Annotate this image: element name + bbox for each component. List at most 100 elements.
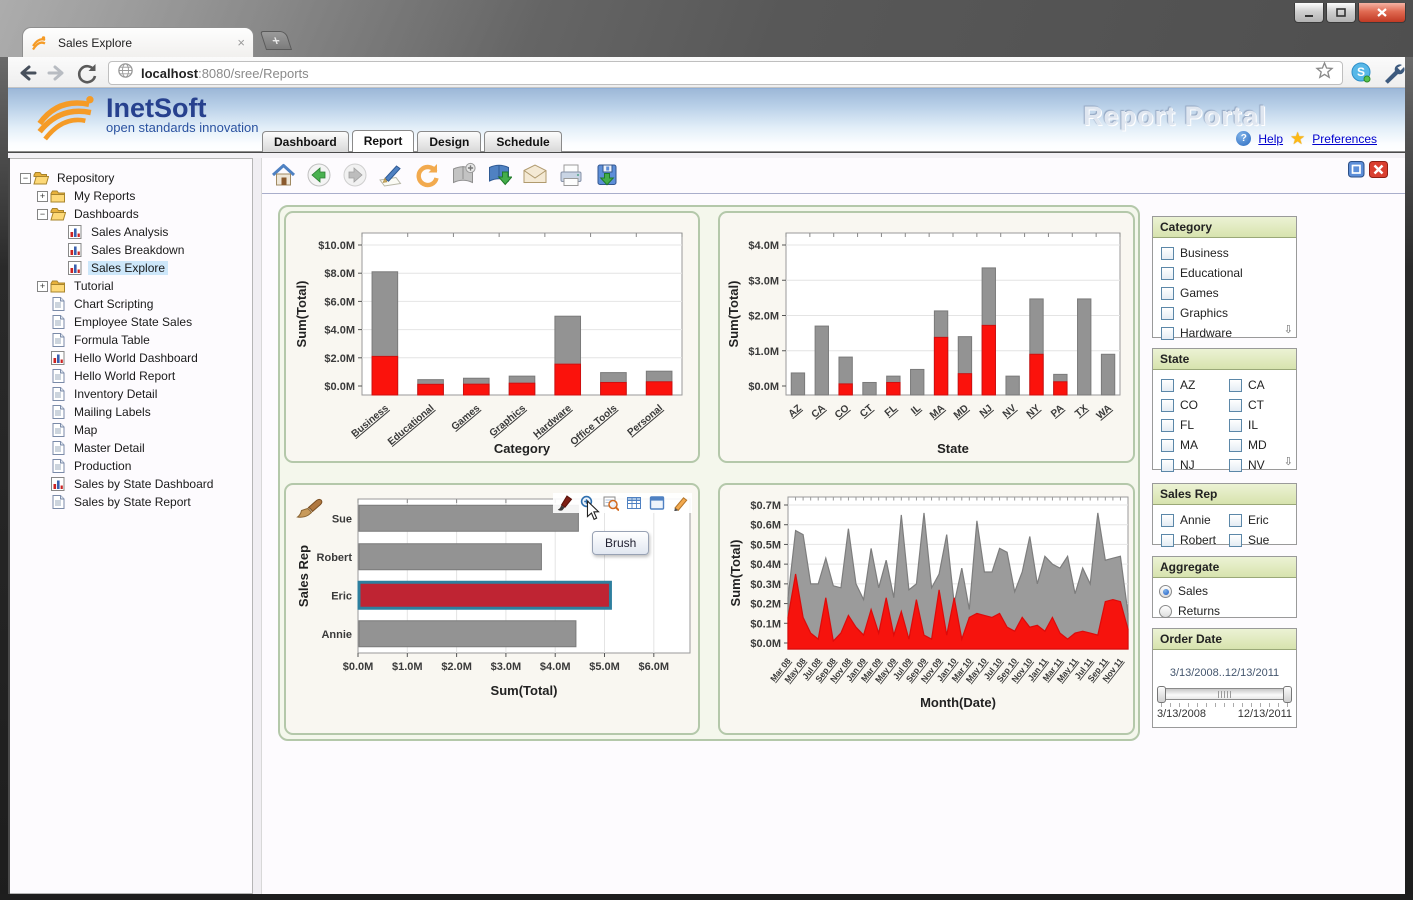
salesrep-option-annie[interactable]: Annie — [1161, 513, 1211, 527]
radio-icon[interactable] — [1159, 585, 1172, 598]
tab-dashboard[interactable]: Dashboard — [262, 131, 349, 152]
tree-item-sales-breakdown[interactable]: Sales Breakdown — [10, 241, 252, 259]
checkbox-icon[interactable] — [1161, 267, 1174, 280]
state-option-fl[interactable]: FL — [1161, 418, 1194, 432]
tree-item-hello-world-dashboard[interactable]: Hello World Dashboard — [10, 349, 252, 367]
category-option-hardware[interactable]: Hardware — [1161, 326, 1232, 340]
state-more-icon[interactable]: ⇩ — [1284, 455, 1293, 468]
tree-item-mailing-labels[interactable]: Mailing Labels — [10, 403, 252, 421]
window-close-button[interactable] — [1358, 3, 1406, 23]
checkbox-icon[interactable] — [1161, 419, 1174, 432]
maximize-icon[interactable] — [649, 495, 665, 511]
refresh-icon[interactable] — [414, 162, 441, 189]
tab-design[interactable]: Design — [417, 131, 481, 152]
forward-icon[interactable] — [342, 162, 369, 189]
bookmark-star-icon[interactable] — [1315, 61, 1334, 85]
salesrep-option-robert[interactable]: Robert — [1161, 533, 1216, 547]
month-chart-panel[interactable]: $0.0M$0.1M$0.2M$0.3M$0.4M$0.5M$0.6M$0.7M… — [718, 483, 1135, 735]
back-icon[interactable] — [306, 162, 333, 189]
expand-icon[interactable]: + — [37, 281, 48, 292]
chart-canvas[interactable]: $0.0M$0.1M$0.2M$0.3M$0.4M$0.5M$0.6M$0.7M… — [720, 485, 1137, 737]
wrench-icon[interactable] — [1380, 60, 1406, 86]
panel-divider[interactable] — [253, 158, 262, 894]
collapse-icon[interactable]: − — [20, 173, 31, 184]
state-option-az[interactable]: AZ — [1161, 378, 1195, 392]
checkbox-icon[interactable] — [1161, 399, 1174, 412]
category-more-icon[interactable]: ⇩ — [1284, 323, 1293, 336]
orderdate-end-handle[interactable] — [1283, 686, 1292, 703]
checkbox-icon[interactable] — [1161, 439, 1174, 452]
state-option-ma[interactable]: MA — [1161, 438, 1198, 452]
tree-item-tutorial[interactable]: +Tutorial — [10, 277, 252, 295]
tree-item-employee-state-sales[interactable]: Employee State Sales — [10, 313, 252, 331]
tree-item-my-reports[interactable]: +My Reports — [10, 187, 252, 205]
checkbox-icon[interactable] — [1161, 459, 1174, 472]
state-chart-panel[interactable]: $0.0M$1.0M$2.0M$3.0M$4.0MAZCACOCTFLILMAM… — [718, 211, 1135, 463]
category-option-educational[interactable]: Educational — [1161, 266, 1243, 280]
edit-icon[interactable] — [378, 162, 405, 189]
expand-icon[interactable]: + — [37, 191, 48, 202]
tree-item-map[interactable]: Map — [10, 421, 252, 439]
checkbox-icon[interactable] — [1229, 534, 1242, 547]
state-option-co[interactable]: CO — [1161, 398, 1198, 412]
address-bar[interactable]: localhost:8080/sree/Reports — [108, 61, 1343, 85]
tree-item-dashboards[interactable]: −Dashboards — [10, 205, 252, 223]
tree-item-repository[interactable]: −Repository — [10, 169, 252, 187]
category-option-graphics[interactable]: Graphics — [1161, 306, 1228, 320]
chart-canvas[interactable]: $0.0M$1.0M$2.0M$3.0M$4.0M$5.0M$6.0MSueRo… — [286, 485, 702, 737]
show-details-icon[interactable] — [626, 495, 642, 511]
viewer-close-icon[interactable] — [1369, 161, 1388, 183]
checkbox-icon[interactable] — [1229, 439, 1242, 452]
aggregate-option-returns[interactable]: Returns — [1159, 604, 1220, 618]
browser-tab[interactable]: Sales Explore × — [22, 27, 254, 57]
checkbox-icon[interactable] — [1229, 459, 1242, 472]
checkbox-icon[interactable] — [1229, 514, 1242, 527]
state-option-nv[interactable]: NV — [1229, 458, 1265, 472]
chart-canvas[interactable]: $0.0M$1.0M$2.0M$3.0M$4.0MAZCACOCTFLILMAM… — [720, 213, 1137, 465]
state-option-ct[interactable]: CT — [1229, 398, 1264, 412]
open-bookmark-icon[interactable] — [486, 162, 513, 189]
forward-icon[interactable] — [44, 60, 70, 86]
back-icon[interactable] — [14, 60, 40, 86]
tree-item-formula-table[interactable]: Formula Table — [10, 331, 252, 349]
aggregate-option-sales[interactable]: Sales — [1159, 584, 1208, 598]
preferences-link[interactable]: Preferences — [1312, 132, 1377, 146]
tab-schedule[interactable]: Schedule — [484, 131, 561, 152]
checkbox-icon[interactable] — [1161, 379, 1174, 392]
checkbox-icon[interactable] — [1161, 287, 1174, 300]
checkbox-icon[interactable] — [1161, 247, 1174, 260]
checkbox-icon[interactable] — [1161, 534, 1174, 547]
tree-item-chart-scripting[interactable]: Chart Scripting — [10, 295, 252, 313]
home-icon[interactable] — [270, 162, 297, 189]
category-option-games[interactable]: Games — [1161, 286, 1219, 300]
tab-report[interactable]: Report — [352, 130, 415, 152]
print-icon[interactable] — [558, 162, 585, 189]
help-link[interactable]: Help — [1258, 132, 1283, 146]
orderdate-slider-track[interactable] — [1159, 688, 1290, 700]
category-chart-panel[interactable]: $0.0M$2.0M$4.0M$6.0M$8.0M$10.0MBusinessE… — [284, 211, 700, 463]
salesrep-option-sue[interactable]: Sue — [1229, 533, 1269, 547]
checkbox-icon[interactable] — [1229, 419, 1242, 432]
email-icon[interactable] — [522, 162, 549, 189]
annotate-icon[interactable] — [672, 495, 688, 511]
reload-icon[interactable] — [74, 60, 100, 86]
show-data-icon[interactable] — [603, 495, 619, 511]
tree-item-sales-by-state-report[interactable]: Sales by State Report — [10, 493, 252, 511]
collapse-icon[interactable]: − — [37, 209, 48, 220]
tree-item-sales-analysis[interactable]: Sales Analysis — [10, 223, 252, 241]
tree-item-inventory-detail[interactable]: Inventory Detail — [10, 385, 252, 403]
window-maximize-button[interactable] — [1326, 3, 1356, 23]
orderdate-slider-grip[interactable] — [1218, 691, 1232, 698]
state-option-il[interactable]: IL — [1229, 418, 1258, 432]
chart-canvas[interactable]: $0.0M$2.0M$4.0M$6.0M$8.0M$10.0MBusinessE… — [286, 213, 702, 465]
checkbox-icon[interactable] — [1161, 307, 1174, 320]
checkbox-icon[interactable] — [1161, 514, 1174, 527]
orderdate-start-handle[interactable] — [1157, 686, 1166, 703]
brush-icon[interactable] — [557, 495, 573, 511]
skype-icon[interactable]: S — [1348, 60, 1374, 86]
tree-item-master-detail[interactable]: Master Detail — [10, 439, 252, 457]
tree-item-production[interactable]: Production — [10, 457, 252, 475]
viewer-restore-icon[interactable] — [1348, 161, 1365, 183]
radio-icon[interactable] — [1159, 605, 1172, 618]
tab-close-icon[interactable]: × — [237, 36, 245, 49]
